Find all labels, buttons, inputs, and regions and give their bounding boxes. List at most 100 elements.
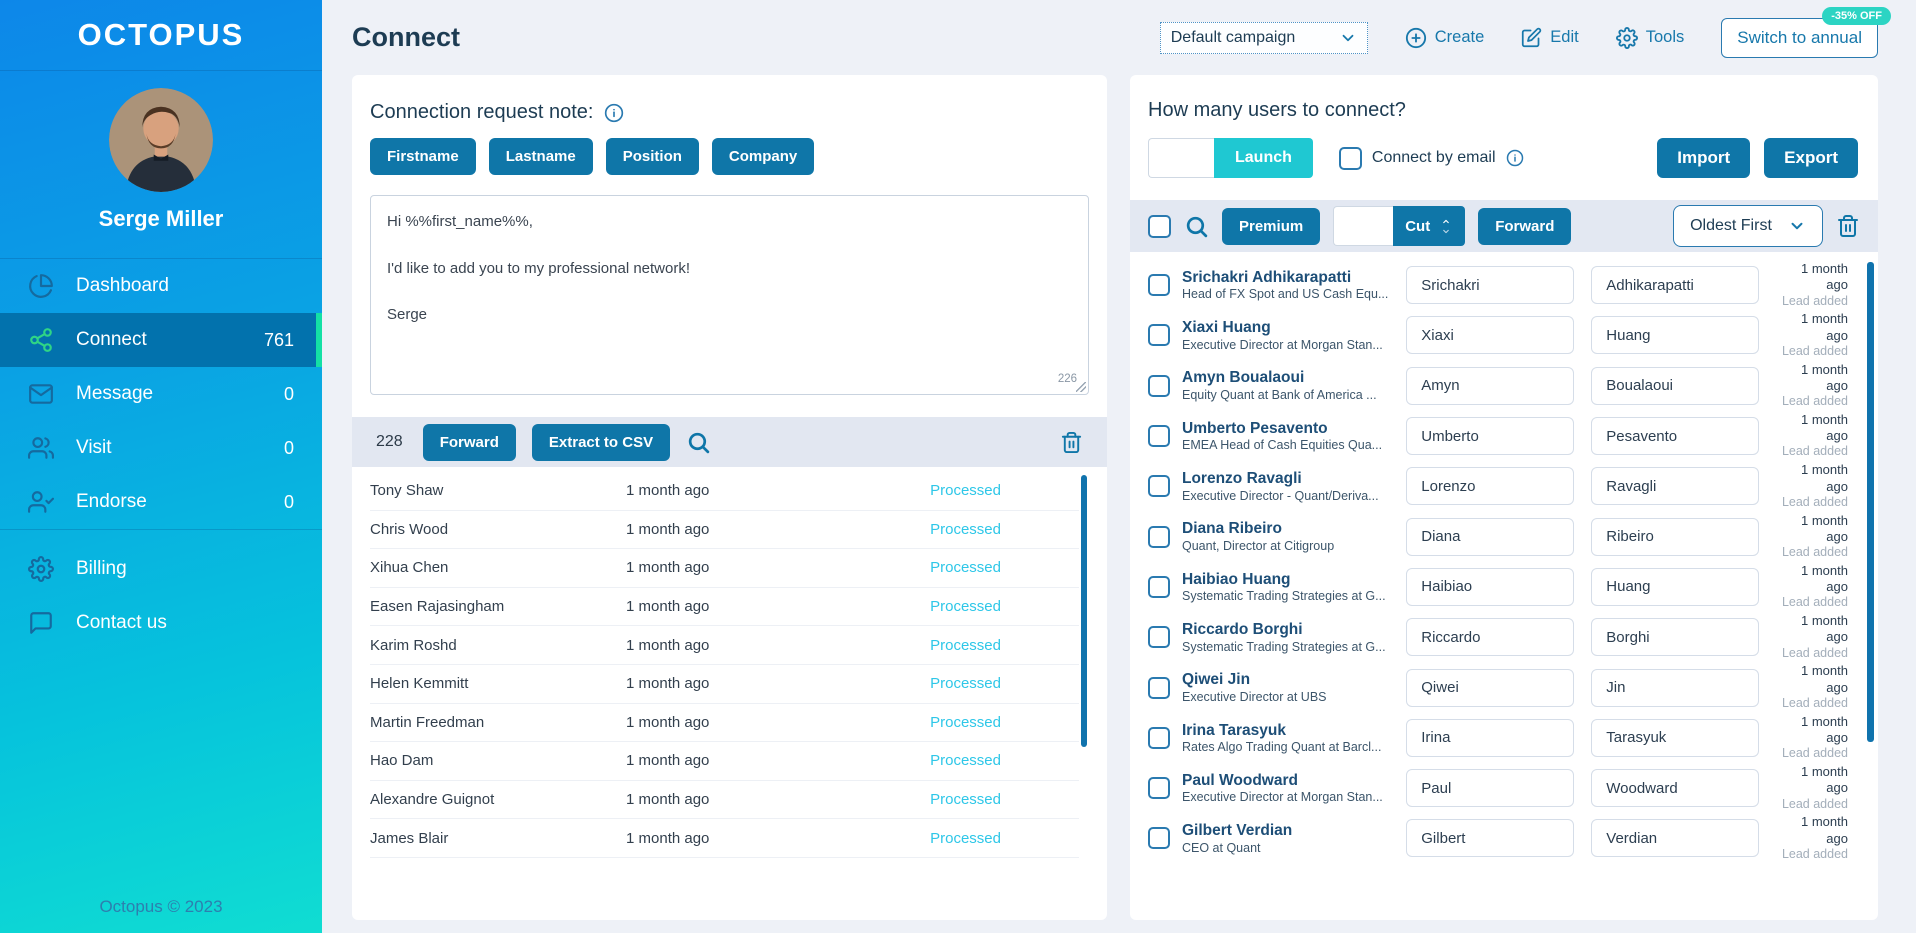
user-checkbox[interactable] [1148, 676, 1170, 699]
user-row[interactable]: Riccardo Borghi Systematic Trading Strat… [1148, 612, 1864, 662]
avatar[interactable] [109, 88, 213, 192]
trash-icon[interactable] [1836, 214, 1860, 238]
scrollbar-thumb[interactable] [1081, 475, 1087, 747]
last-name-input[interactable] [1591, 718, 1760, 757]
placeholder-chip-button[interactable]: Company [711, 138, 815, 175]
first-name-input[interactable] [1406, 266, 1575, 305]
sidebar-item-dashboard[interactable]: Dashboard [0, 259, 322, 313]
campaign-select[interactable]: Default campaign [1159, 21, 1368, 54]
user-checkbox[interactable] [1148, 274, 1170, 297]
contact-name: James Blair [370, 829, 449, 847]
first-name-input[interactable] [1406, 467, 1575, 506]
user-row[interactable]: Irina Tarasyuk Rates Algo Trading Quant … [1148, 713, 1864, 763]
stepper-arrows[interactable] [1439, 217, 1453, 236]
placeholder-chip-button[interactable]: Firstname [370, 138, 476, 175]
processed-row[interactable]: Chris Wood 1 month ago Processed [370, 511, 1079, 550]
user-row[interactable]: Qiwei Jin Executive Director at UBS 1 mo… [1148, 662, 1864, 712]
sort-select[interactable]: Oldest First [1673, 205, 1823, 247]
forward-button[interactable]: Forward [1478, 207, 1572, 245]
edit-button[interactable]: Edit [1521, 27, 1579, 48]
first-name-input[interactable] [1406, 819, 1575, 858]
first-name-input[interactable] [1406, 618, 1575, 657]
sidebar-item-billing[interactable]: Billing [0, 542, 322, 596]
user-checkbox[interactable] [1148, 827, 1170, 850]
user-row[interactable]: Gilbert Verdian CEO at Quant 1 month ago… [1148, 813, 1864, 863]
extract-to-csv-button[interactable]: Extract to CSV [531, 423, 671, 461]
user-checkbox[interactable] [1148, 726, 1170, 749]
last-name-input[interactable] [1591, 266, 1760, 305]
user-checkbox[interactable] [1148, 425, 1170, 448]
placeholder-chip-button[interactable]: Position [605, 138, 699, 175]
cut-count-input[interactable] [1333, 206, 1394, 246]
import-button[interactable]: Import [1657, 138, 1751, 178]
user-checkbox[interactable] [1148, 475, 1170, 498]
sidebar-item-visit[interactable]: Visit 0 [0, 421, 322, 475]
last-name-input[interactable] [1591, 467, 1760, 506]
sidebar-item-message[interactable]: Message 0 [0, 367, 322, 421]
tools-button[interactable]: Tools [1615, 26, 1685, 49]
search-icon[interactable] [1184, 214, 1209, 239]
user-row[interactable]: Haibiao Huang Systematic Trading Strateg… [1148, 562, 1864, 612]
user-row[interactable]: Xiaxi Huang Executive Director at Morgan… [1148, 310, 1864, 360]
users-count-input[interactable] [1148, 138, 1214, 178]
processed-row[interactable]: Easen Rajasingham 1 month ago Processed [370, 588, 1079, 627]
search-icon[interactable] [686, 430, 711, 455]
trash-icon[interactable] [1060, 431, 1083, 454]
processed-row[interactable]: Karim Roshd 1 month ago Processed [370, 626, 1079, 665]
create-button[interactable]: Create [1405, 27, 1484, 49]
first-name-input[interactable] [1406, 316, 1575, 355]
tools-label: Tools [1645, 28, 1685, 46]
processed-row[interactable]: Helen Kemmitt 1 month ago Processed [370, 665, 1079, 704]
sidebar-item-connect[interactable]: Connect 761 [0, 313, 322, 367]
info-icon[interactable] [1506, 149, 1524, 167]
first-name-input[interactable] [1406, 517, 1575, 556]
last-name-input[interactable] [1591, 316, 1760, 355]
sidebar-item-endorse[interactable]: Endorse 0 [0, 475, 322, 529]
user-checkbox[interactable] [1148, 575, 1170, 598]
processed-row[interactable]: James Blair 1 month ago Processed [370, 819, 1079, 858]
user-row[interactable]: Lorenzo Ravagli Executive Director - Qua… [1148, 461, 1864, 511]
processed-row[interactable]: Hao Dam 1 month ago Processed [370, 742, 1079, 781]
first-name-input[interactable] [1406, 567, 1575, 606]
last-name-input[interactable] [1591, 517, 1760, 556]
placeholder-chip-button[interactable]: Lastname [488, 138, 593, 175]
last-name-input[interactable] [1591, 668, 1760, 707]
user-checkbox[interactable] [1148, 374, 1170, 397]
processed-row[interactable]: Tony Shaw 1 month ago Processed [370, 472, 1079, 511]
resize-handle[interactable] [1076, 382, 1086, 392]
user-row[interactable]: Paul Woodward Executive Director at Morg… [1148, 763, 1864, 813]
note-textarea[interactable]: Hi %%first_name%%, I'd like to add you t… [370, 195, 1089, 395]
select-all-checkbox[interactable] [1148, 214, 1171, 238]
last-name-input[interactable] [1591, 417, 1760, 456]
user-checkbox[interactable] [1148, 777, 1170, 800]
first-name-input[interactable] [1406, 718, 1575, 757]
first-name-input[interactable] [1406, 769, 1575, 808]
first-name-input[interactable] [1406, 668, 1575, 707]
user-row[interactable]: Amyn Boualaoui Equity Quant at Bank of A… [1148, 361, 1864, 411]
processed-row[interactable]: Xihua Chen 1 month ago Processed [370, 549, 1079, 588]
user-checkbox[interactable] [1148, 324, 1170, 347]
first-name-input[interactable] [1406, 417, 1575, 456]
last-name-input[interactable] [1591, 618, 1760, 657]
processed-row[interactable]: Alexandre Guignot 1 month ago Processed [370, 781, 1079, 820]
user-row[interactable]: Umberto Pesavento EMEA Head of Cash Equi… [1148, 411, 1864, 461]
cut-button[interactable]: Cut [1393, 206, 1466, 246]
last-name-input[interactable] [1591, 567, 1760, 606]
user-checkbox[interactable] [1148, 626, 1170, 649]
last-name-input[interactable] [1591, 769, 1760, 808]
launch-button[interactable]: Launch [1214, 138, 1313, 178]
user-checkbox[interactable] [1148, 525, 1170, 548]
connect-by-email-checkbox[interactable] [1338, 146, 1362, 170]
premium-button[interactable]: Premium [1222, 207, 1321, 245]
sidebar-item-contact-us[interactable]: Contact us [0, 596, 322, 650]
info-icon[interactable] [604, 103, 624, 123]
user-row[interactable]: Diana Ribeiro Quant, Director at Citigro… [1148, 511, 1864, 561]
first-name-input[interactable] [1406, 366, 1575, 405]
last-name-input[interactable] [1591, 366, 1760, 405]
export-button[interactable]: Export [1764, 138, 1858, 178]
last-name-input[interactable] [1591, 819, 1760, 858]
user-row[interactable]: Srichakri Adhikarapatti Head of FX Spot … [1148, 260, 1864, 310]
processed-row[interactable]: Martin Freedman 1 month ago Processed [370, 704, 1079, 743]
scrollbar-thumb[interactable] [1867, 262, 1874, 742]
forward-button[interactable]: Forward [422, 423, 516, 461]
